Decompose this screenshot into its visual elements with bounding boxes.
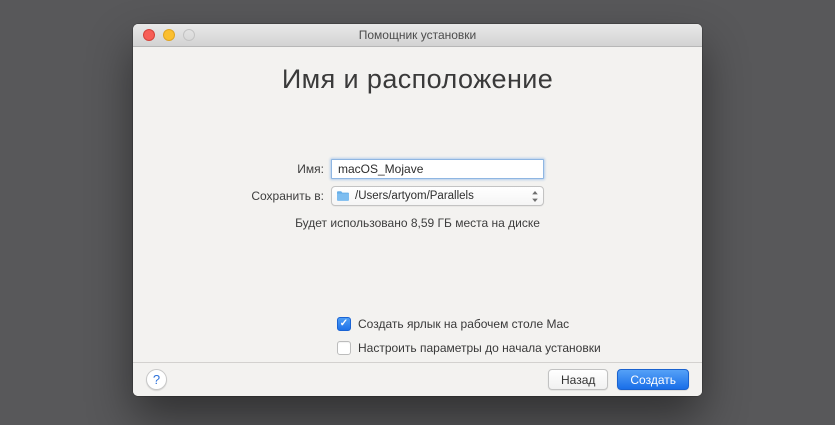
- customize-settings-option[interactable]: Настроить параметры до начала установки: [337, 341, 601, 355]
- create-alias-option[interactable]: ✓ Создать ярлык на рабочем столе Mac: [337, 317, 569, 331]
- name-row: Имя:: [133, 159, 702, 179]
- location-dropdown[interactable]: /Users/artyom/Parallels: [331, 186, 544, 206]
- help-button[interactable]: ?: [146, 369, 167, 390]
- vm-name-input[interactable]: [331, 159, 544, 179]
- name-label: Имя:: [297, 162, 324, 176]
- checkbox-unchecked-icon[interactable]: [337, 341, 351, 355]
- zoom-button-disabled: [183, 29, 195, 41]
- create-button[interactable]: Создать: [617, 369, 689, 390]
- checkbox-checked-icon[interactable]: ✓: [337, 317, 351, 331]
- folder-icon: [336, 190, 350, 202]
- installer-window: Помощник установки Имя и расположение Им…: [133, 24, 702, 396]
- window-title: Помощник установки: [358, 28, 477, 42]
- footer-bar: ? Назад Создать: [133, 362, 702, 396]
- customize-settings-label: Настроить параметры до начала установки: [358, 341, 601, 355]
- back-button[interactable]: Назад: [548, 369, 609, 390]
- location-value: /Users/artyom/Parallels: [355, 190, 474, 202]
- create-alias-label: Создать ярлык на рабочем столе Mac: [358, 317, 570, 331]
- page-title: Имя и расположение: [281, 64, 554, 94]
- desktop-background: { "window": { "title": "Помощник установ…: [0, 0, 835, 425]
- titlebar: Помощник установки: [133, 24, 702, 47]
- minimize-button[interactable]: [163, 29, 175, 41]
- disk-usage-note: Будет использовано 8,59 ГБ места на диск…: [295, 216, 540, 230]
- chevron-up-down-icon: [531, 190, 539, 203]
- close-button[interactable]: [143, 29, 155, 41]
- traffic-lights: [143, 29, 195, 41]
- location-label: Сохранить в:: [251, 189, 324, 203]
- location-row: Сохранить в: /Users/artyom/Parallels: [133, 186, 702, 206]
